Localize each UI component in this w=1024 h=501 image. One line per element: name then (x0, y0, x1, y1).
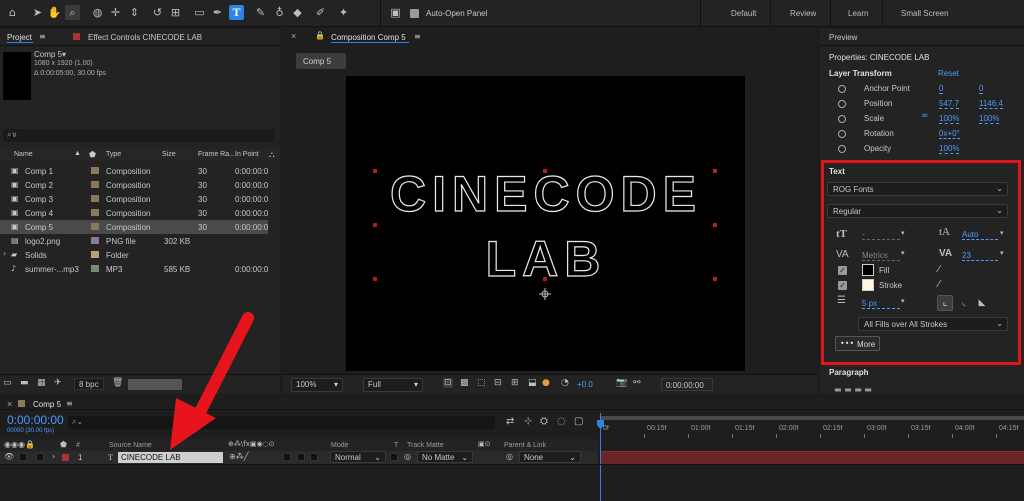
annotation-arrow-overlay (170, 312, 254, 450)
red-arrow-icon (170, 312, 254, 450)
